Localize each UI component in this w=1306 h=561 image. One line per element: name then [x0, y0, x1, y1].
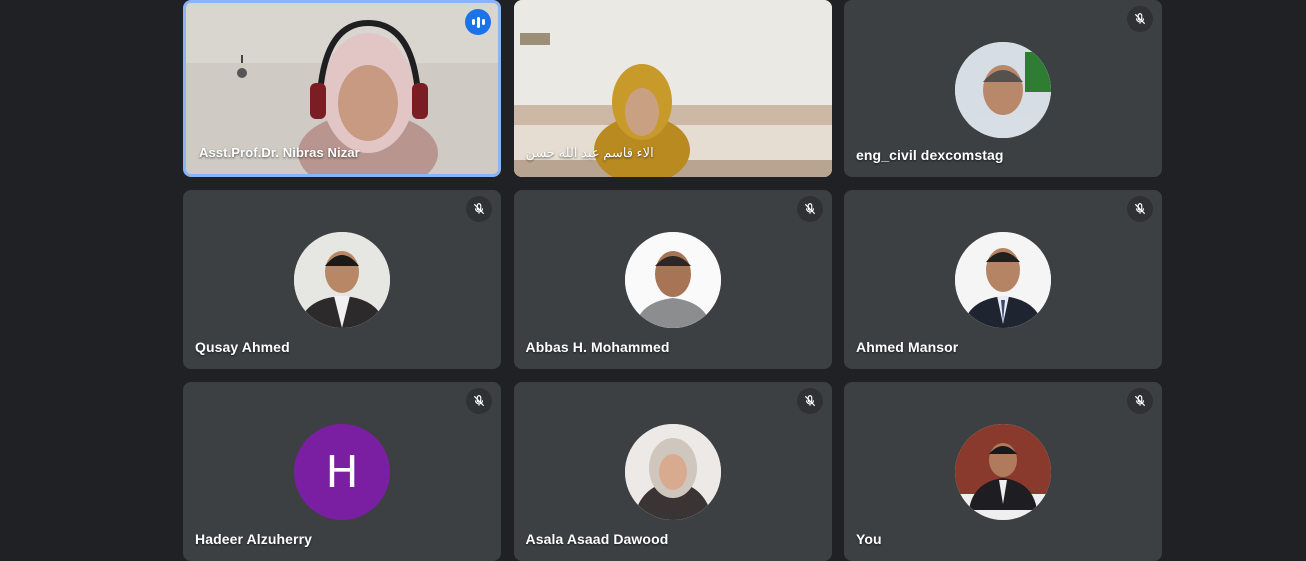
avatar	[294, 232, 390, 328]
initial-avatar: H	[294, 424, 390, 520]
participant-tile-ahmed-mansor[interactable]: Ahmed Mansor	[844, 190, 1162, 369]
participant-tile-alaa[interactable]: الاء قاسم عبد الله حسن	[513, 0, 832, 177]
participant-name: الاء قاسم عبد الله حسن	[525, 145, 654, 160]
participant-tile-asala-dawood[interactable]: Asala Asaad Dawood	[513, 382, 832, 561]
audio-level-icon	[465, 9, 491, 35]
mic-off-icon	[466, 388, 492, 414]
participant-tile-abbas-mohammed[interactable]: Abbas H. Mohammed	[513, 190, 832, 369]
avatar	[624, 232, 721, 328]
participant-name: eng_civil dexcomstag	[856, 147, 1004, 163]
participant-tile-hadeer-alzuherry[interactable]: H Hadeer Alzuherry	[183, 382, 501, 561]
avatar	[955, 424, 1051, 520]
participant-tile-nibras-nizar[interactable]: Asst.Prof.Dr. Nibras Nizar	[183, 0, 501, 177]
avatar	[624, 424, 721, 520]
participant-name: Ahmed Mansor	[856, 339, 959, 355]
participant-tile-eng-civil[interactable]: eng_civil dexcomstag	[844, 0, 1162, 177]
mic-off-icon	[1127, 196, 1153, 222]
mic-off-icon	[1127, 6, 1153, 32]
participant-name: Asst.Prof.Dr. Nibras Nizar	[199, 145, 360, 160]
participant-name: Qusay Ahmed	[195, 339, 290, 355]
mic-off-icon	[796, 196, 823, 222]
participant-name: You	[856, 531, 882, 547]
participant-name: Abbas H. Mohammed	[525, 339, 670, 355]
participant-grid: Asst.Prof.Dr. Nibras Nizar الاء قاسم عبد…	[183, 0, 1162, 561]
mic-off-icon	[466, 196, 492, 222]
participant-tile-you[interactable]: You	[844, 382, 1162, 561]
participant-tile-qusay-ahmed[interactable]: Qusay Ahmed	[183, 190, 501, 369]
avatar	[955, 232, 1051, 328]
mic-off-icon	[796, 388, 823, 414]
participant-name: Asala Asaad Dawood	[525, 531, 669, 547]
avatar	[955, 42, 1051, 138]
mic-off-icon	[1127, 388, 1153, 414]
participant-name: Hadeer Alzuherry	[195, 531, 313, 547]
